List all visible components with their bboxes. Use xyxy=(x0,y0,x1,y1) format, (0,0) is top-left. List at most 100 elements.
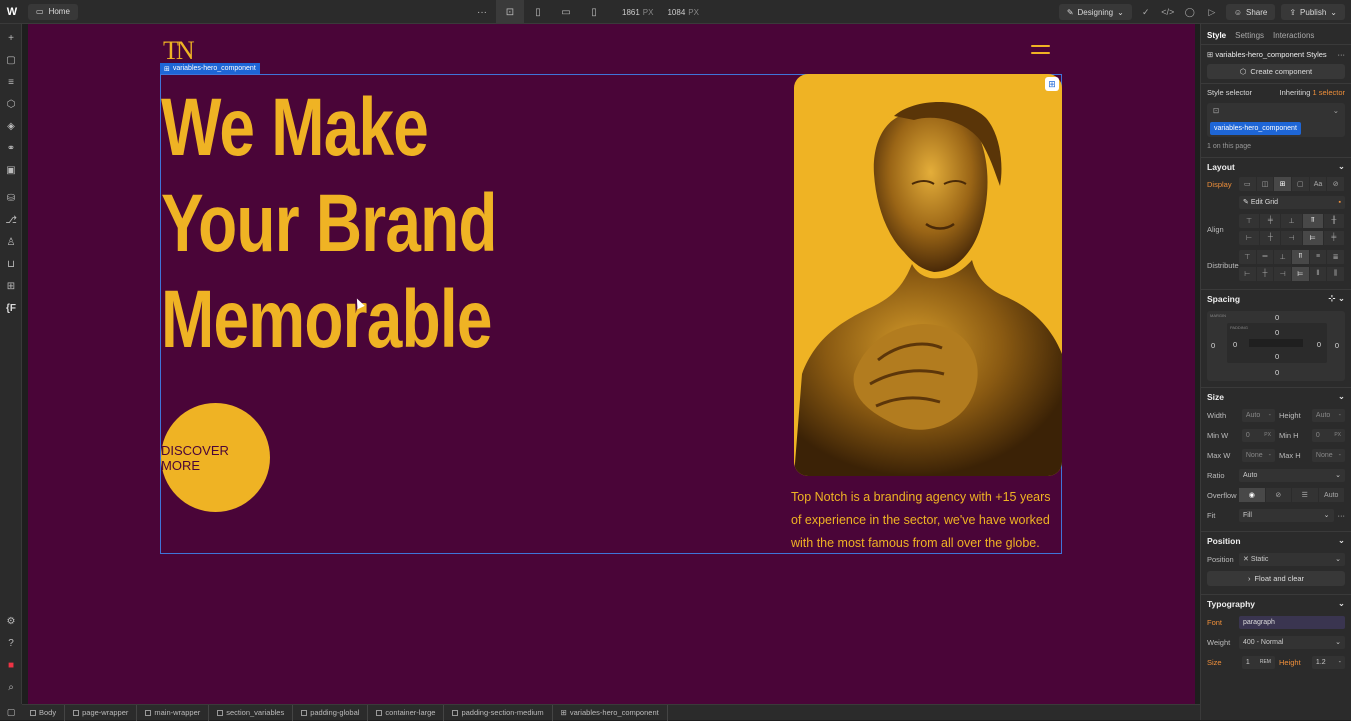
padding-left-value[interactable]: 0 xyxy=(1233,340,1237,349)
pages-icon[interactable]: ▢ xyxy=(0,49,22,71)
inline-block-icon[interactable]: ▢ xyxy=(1292,177,1310,191)
preview-play-icon[interactable]: ▷ xyxy=(1204,4,1220,20)
navigator-toggle-icon[interactable]: ▢ xyxy=(0,704,22,720)
mobile-portrait-icon[interactable]: ▯ xyxy=(580,0,608,24)
breadcrumb-item[interactable]: padding-global xyxy=(293,704,369,721)
dist-middle-icon[interactable]: ┼ xyxy=(1257,266,1275,281)
webflow-logo-icon[interactable]: W xyxy=(0,0,24,24)
align-bottom-icon[interactable]: ⊥ xyxy=(1281,213,1303,228)
tab-settings[interactable]: Settings xyxy=(1235,31,1264,44)
dist-right-icon[interactable]: ⊣ xyxy=(1274,266,1293,281)
breadcrumb-item[interactable]: padding-section-medium xyxy=(444,704,553,721)
hero-description[interactable]: Top Notch is a branding agency with +15 … xyxy=(791,486,1063,555)
settings-icon[interactable]: ⚙ xyxy=(0,610,22,632)
font-select[interactable]: paragraph xyxy=(1239,615,1345,629)
overflow-hidden-icon[interactable]: ⊘ xyxy=(1266,488,1292,502)
margin-bottom-value[interactable]: 0 xyxy=(1275,368,1279,377)
selector-input[interactable]: ⊡ ⌄ variables-hero_component xyxy=(1207,103,1345,137)
dist-left-icon[interactable]: ⊢ xyxy=(1239,266,1257,281)
mobile-landscape-icon[interactable]: ▭ xyxy=(552,0,580,24)
edit-grid-button[interactable]: ✎ Edit Grid ▪ xyxy=(1239,195,1345,209)
padding-bottom-value[interactable]: 0 xyxy=(1275,352,1279,361)
record-icon[interactable]: ■ xyxy=(0,654,22,676)
search-icon[interactable]: ⌕ xyxy=(0,676,22,698)
help-icon[interactable]: ? xyxy=(0,632,22,654)
desktop-breakpoint-icon[interactable]: ⊡ xyxy=(496,0,524,24)
align-center-icon[interactable]: ╪ xyxy=(1260,213,1282,228)
font-size-input[interactable]: 1 REM xyxy=(1241,655,1275,669)
none-display-icon[interactable]: ⊘ xyxy=(1327,177,1346,191)
breadcrumb-item[interactable]: ⊞ variables-hero_component xyxy=(553,704,668,721)
align-baseline-icon[interactable]: ╫ xyxy=(1324,213,1346,228)
ecommerce-icon[interactable]: ⊔ xyxy=(0,253,22,275)
discover-more-button[interactable]: DISCOVER MORE xyxy=(161,403,270,512)
check-icon[interactable]: ✓ xyxy=(1138,4,1154,20)
padding-top-value[interactable]: 0 xyxy=(1275,328,1279,337)
grid-display-icon[interactable]: ⊞ xyxy=(1274,177,1293,191)
height-input[interactable]: Auto - xyxy=(1311,408,1346,422)
float-clear-button[interactable]: › Float and clear xyxy=(1207,571,1345,586)
margin-right-value[interactable]: 0 xyxy=(1335,341,1339,350)
share-button[interactable]: ☺ Share xyxy=(1225,4,1276,20)
weight-select[interactable]: 400 - Normal ⌄ xyxy=(1239,635,1345,649)
code-icon[interactable]: </> xyxy=(1160,4,1176,20)
padding-right-value[interactable]: 0 xyxy=(1317,340,1321,349)
more-icon[interactable]: ··· xyxy=(468,0,496,24)
mode-selector[interactable]: ✎ Designing ⌄ xyxy=(1058,4,1132,20)
tab-style[interactable]: Style xyxy=(1207,31,1226,44)
dist-top-icon[interactable]: ⊤ xyxy=(1239,249,1257,264)
margin-top-value[interactable]: 0 xyxy=(1275,313,1279,322)
breadcrumb-item[interactable]: page-wrapper xyxy=(65,704,138,721)
inheriting-suffix[interactable]: selector xyxy=(1319,88,1345,97)
breadcrumb-item[interactable]: main-wrapper xyxy=(137,704,210,721)
breadcrumb-item[interactable]: Body xyxy=(22,704,66,721)
flex-display-icon[interactable]: ◫ xyxy=(1257,177,1275,191)
size-section-header[interactable]: Size ⌄ xyxy=(1201,387,1351,405)
dist-even-icon[interactable]: ⫼ xyxy=(1327,266,1346,281)
dist-center-icon[interactable]: ═ xyxy=(1257,249,1275,264)
add-icon[interactable]: + xyxy=(0,27,22,49)
align-top-icon[interactable]: ⊤ xyxy=(1239,213,1261,228)
justify-right-icon[interactable]: ⊣ xyxy=(1281,230,1303,245)
layout-section-header[interactable]: Layout ⌄ xyxy=(1201,157,1351,175)
state-icon[interactable]: ⊡ xyxy=(1213,106,1219,115)
dist-spread-icon[interactable]: ⫴ xyxy=(1310,266,1328,281)
navigator-icon[interactable]: ≡ xyxy=(0,71,22,93)
overflow-scroll-icon[interactable]: ☰ xyxy=(1292,488,1319,502)
dist-between-icon[interactable]: ≡ xyxy=(1310,249,1328,264)
image-settings-icon[interactable]: ⊞ xyxy=(1045,77,1059,91)
assets-icon[interactable]: ▣ xyxy=(0,159,22,181)
create-component-button[interactable]: ⬡ Create component xyxy=(1207,64,1345,79)
selector-chip[interactable]: variables-hero_component xyxy=(1210,122,1301,135)
hero-headline[interactable]: We Make Your Brand Memorable xyxy=(161,80,497,368)
hero-image[interactable] xyxy=(794,74,1062,476)
apps-icon[interactable]: ⊞ xyxy=(0,275,22,297)
margin-left-value[interactable]: 0 xyxy=(1211,341,1215,350)
line-height-input[interactable]: 1.2 - xyxy=(1311,655,1346,669)
justify-stretch-icon[interactable]: ⊨ xyxy=(1302,230,1324,245)
ratio-select[interactable]: Auto ⌄ xyxy=(1239,468,1345,482)
publish-button[interactable]: ⇪ Publish ⌄ xyxy=(1281,4,1345,20)
justify-left-icon[interactable]: ⊢ xyxy=(1239,230,1261,245)
width-input[interactable]: Auto - xyxy=(1241,408,1275,422)
dist-fill-icon[interactable]: ⊨ xyxy=(1292,266,1310,281)
comment-icon[interactable]: ◯ xyxy=(1182,4,1198,20)
typography-section-header[interactable]: Typography ⌄ xyxy=(1201,594,1351,612)
breadcrumb-item[interactable]: container-large xyxy=(368,704,445,721)
page-selector[interactable]: ▭ Home xyxy=(28,3,78,20)
max-width-input[interactable]: None - xyxy=(1241,448,1275,462)
justify-space-icon[interactable]: ╪ xyxy=(1324,230,1346,245)
variables-icon[interactable]: ⚭ xyxy=(0,137,22,159)
tab-interactions[interactable]: Interactions xyxy=(1273,31,1314,44)
dist-stretch-icon[interactable]: ⫪ xyxy=(1292,249,1310,264)
min-width-input[interactable]: 0 PX xyxy=(1241,428,1275,442)
components-icon[interactable]: ⬡ xyxy=(0,93,22,115)
align-stretch-icon[interactable]: ⫪ xyxy=(1302,213,1324,228)
design-canvas[interactable]: TN ⊞ variables-hero_component We Make Yo… xyxy=(28,24,1195,704)
selection-label[interactable]: ⊞ variables-hero_component xyxy=(160,63,260,74)
max-height-input[interactable]: None - xyxy=(1311,448,1346,462)
dist-bottom-icon[interactable]: ⊥ xyxy=(1274,249,1293,264)
dist-around-icon[interactable]: ≣ xyxy=(1327,249,1346,264)
inline-icon[interactable]: Aa xyxy=(1310,177,1328,191)
logic-icon[interactable]: ⎇ xyxy=(0,209,22,231)
